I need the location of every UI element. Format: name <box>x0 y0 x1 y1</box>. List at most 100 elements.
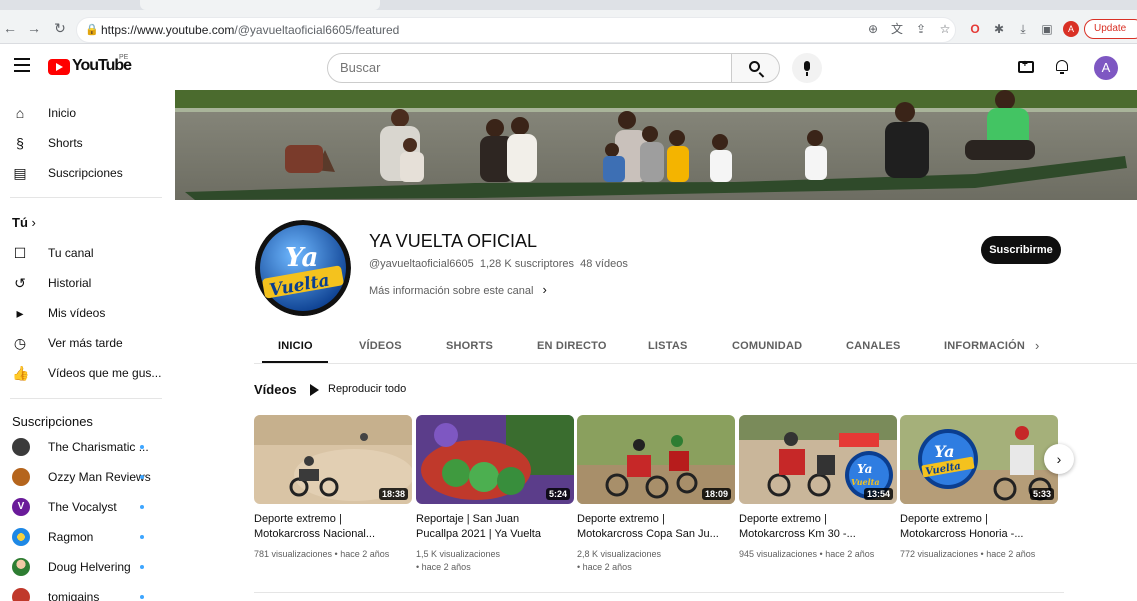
opera-extension-icon[interactable]: O <box>968 22 982 36</box>
sidebar-sub-item[interactable]: Ozzy Man Reviews <box>0 462 163 492</box>
channel-icon: ☐ <box>13 245 27 261</box>
sidebar-sub-item[interactable]: The Charismatic ... <box>0 432 163 462</box>
sidebar-item-label: Ozzy Man Reviews <box>48 470 151 484</box>
browser-toolbar: ← → ↻ 🔒 https://www.youtube.com/@yavuelt… <box>0 0 1137 44</box>
sidebar: ⌂ Inicio § Shorts ▤ Suscripciones Tú › ☐… <box>0 90 163 601</box>
tab-informacion[interactable]: INFORMACIÓN <box>944 340 1025 352</box>
tab-listas[interactable]: LISTAS <box>648 340 688 352</box>
sidebar-item-label: Ver más tarde <box>48 336 123 350</box>
back-icon[interactable]: ← <box>2 20 18 36</box>
video-thumbnail[interactable]: 5:24 <box>416 415 574 504</box>
forward-icon[interactable]: → <box>26 20 42 36</box>
sidebar-you-heading[interactable]: Tú › <box>12 215 36 230</box>
tab-shorts[interactable]: SHORTS <box>446 340 493 352</box>
channel-avatar[interactable]: Ya Vuelta <box>255 220 351 316</box>
chevron-right-icon: › <box>1056 451 1062 467</box>
download-icon[interactable]: ⤓ <box>1016 22 1030 36</box>
install-icon[interactable]: ⊕ <box>866 22 880 36</box>
new-content-dot <box>140 505 144 509</box>
tab-canales[interactable]: CANALES <box>846 340 901 352</box>
sidebar-item-historial[interactable]: ↺ Historial <box>0 268 163 298</box>
sidebar-sub-item[interactable]: tomjgains <box>0 582 163 601</box>
chevron-right-icon: › <box>542 282 547 297</box>
address-bar[interactable]: 🔒 https://www.youtube.com/@yavueltaofici… <box>76 17 956 43</box>
tab-comunidad[interactable]: COMUNIDAD <box>732 340 802 352</box>
create-video-icon[interactable] <box>1018 59 1034 73</box>
notifications-bell-icon[interactable] <box>1055 59 1069 74</box>
channel-avatar-icon <box>12 588 30 601</box>
tab-inicio[interactable]: INICIO <box>278 340 313 352</box>
browser-tab-active[interactable] <box>140 0 380 10</box>
active-tab-underline <box>262 361 328 363</box>
channel-avatar-icon <box>12 438 30 456</box>
video-title[interactable]: Reportaje | San Juan Pucallpa 2021 | Ya … <box>416 512 574 542</box>
video-meta: 772 visualizaciones • hace 2 años <box>900 548 1058 561</box>
sidebar-item-label: Vídeos que me gus... <box>48 366 162 380</box>
video-card[interactable]: 18:38 Deporte extremo | Motokarcross Nac… <box>254 415 412 585</box>
tabs-scroll-right-icon[interactable]: › <box>1035 338 1039 353</box>
video-card[interactable]: 18:09 Deporte extremo | Motokarcross Cop… <box>577 415 735 585</box>
account-avatar[interactable]: A <box>1094 56 1118 80</box>
logo-region: PE <box>119 54 129 61</box>
share-icon[interactable]: ⇪ <box>914 22 928 36</box>
subscribe-button[interactable]: Suscribirme <box>981 236 1061 264</box>
video-card[interactable]: Ya Vuelta 5:33 Deporte extremo | Motokar… <box>900 415 1058 585</box>
shorts-icon: § <box>16 135 24 151</box>
tab-en-directo[interactable]: EN DIRECTO <box>537 340 607 352</box>
video-thumbnail[interactable]: 18:09 <box>577 415 735 504</box>
video-title[interactable]: Deporte extremo | Motokarcross Km 30 -..… <box>739 512 897 542</box>
tab-videos[interactable]: VÍDEOS <box>359 340 402 352</box>
voice-search-button[interactable] <box>792 53 822 83</box>
sidebar-item-label: Historial <box>48 276 92 290</box>
menu-icon[interactable] <box>14 58 30 72</box>
sidebar-item-suscripciones[interactable]: ▤ Suscripciones <box>0 158 163 188</box>
sidebar-sub-item[interactable]: Doug Helvering <box>0 552 163 582</box>
url-text: https://www.youtube.com/@yavueltaoficial… <box>101 23 399 37</box>
search-input[interactable]: Buscar <box>327 53 732 83</box>
bookmark-star-icon[interactable]: ☆ <box>938 22 952 36</box>
sidebar-sub-item[interactable]: Ragmon <box>0 522 163 552</box>
translate-icon[interactable]: 文 <box>890 22 904 36</box>
new-content-dot <box>140 445 144 449</box>
new-content-dot <box>140 595 144 599</box>
you-heading-label: Tú <box>12 215 28 230</box>
sidebar-item-videos-que-me-gustan[interactable]: 👍 Vídeos que me gus... <box>0 358 163 388</box>
sidebar-item-label: Mis vídeos <box>48 306 106 320</box>
sidebar-item-tu-canal[interactable]: ☐ Tu canal <box>0 238 163 268</box>
new-content-dot <box>140 535 144 539</box>
play-icon <box>310 384 319 396</box>
extensions-puzzle-icon[interactable]: ✱ <box>992 22 1006 36</box>
search-button[interactable] <box>732 53 780 83</box>
video-card[interactable]: 5:24 Reportaje | San Juan Pucallpa 2021 … <box>416 415 574 585</box>
sidebar-sub-item[interactable]: V The Vocalyst <box>0 492 163 522</box>
video-meta: 945 visualizaciones • hace 2 años <box>739 548 897 561</box>
more-info-link[interactable]: Más información sobre este canal › <box>369 282 547 297</box>
sidebar-item-shorts[interactable]: § Shorts <box>0 128 163 158</box>
carousel-next-button[interactable]: › <box>1044 444 1074 474</box>
side-panel-icon[interactable]: ▣ <box>1040 22 1054 36</box>
video-title[interactable]: Deporte extremo | Motokarcross Honoria -… <box>900 512 1058 542</box>
subscriptions-icon: ▤ <box>13 165 27 181</box>
video-card[interactable]: Ya Vuelta 13:54 Deporte extremo | Motoka… <box>739 415 897 585</box>
video-thumbnail[interactable]: Ya Vuelta 5:33 <box>900 415 1058 504</box>
browser-profile-avatar[interactable]: A <box>1063 21 1079 37</box>
reload-icon[interactable]: ↻ <box>52 20 68 36</box>
video-title[interactable]: Deporte extremo | Motokarcross Nacional.… <box>254 512 412 542</box>
sidebar-subs-heading: Suscripciones <box>12 414 93 429</box>
video-title-line: Deporte extremo | <box>254 513 342 525</box>
channel-logo-image: Ya Vuelta <box>255 220 351 316</box>
video-title[interactable]: Deporte extremo | Motokarcross Copa San … <box>577 512 735 542</box>
sidebar-item-mis-videos[interactable]: ▸ Mis vídeos <box>0 298 163 328</box>
video-meta-line: 1,5 K visualizaciones <box>416 549 501 559</box>
channel-tabs: INICIO VÍDEOS SHORTS EN DIRECTO LISTAS C… <box>254 330 1137 364</box>
sidebar-item-label: The Vocalyst <box>48 500 117 514</box>
sidebar-item-ver-mas-tarde[interactable]: ◷ Ver más tarde <box>0 328 163 358</box>
browser-update-button[interactable]: Update <box>1084 19 1137 39</box>
video-thumbnail[interactable]: Ya Vuelta 13:54 <box>739 415 897 504</box>
sidebar-item-inicio[interactable]: ⌂ Inicio <box>0 98 163 128</box>
watch-later-icon: ◷ <box>13 335 27 351</box>
video-thumbnail[interactable]: 18:38 <box>254 415 412 504</box>
sidebar-item-label: tomjgains <box>48 590 100 601</box>
sidebar-item-label: Suscripciones <box>48 166 123 180</box>
video-duration: 18:09 <box>701 488 731 500</box>
